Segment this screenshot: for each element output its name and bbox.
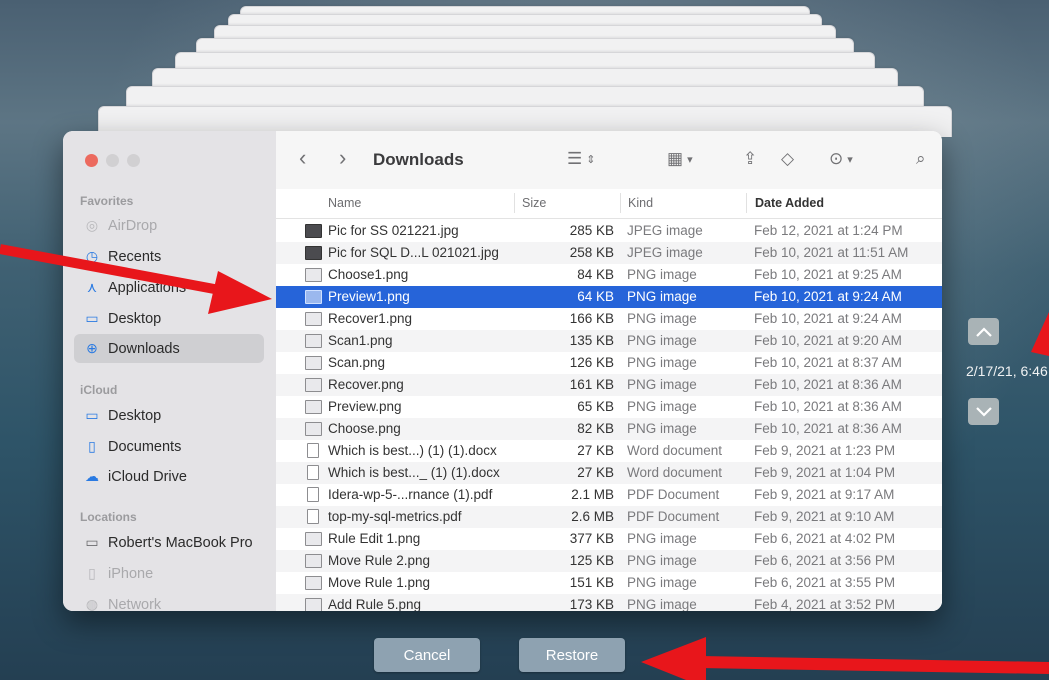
arrow-to-file [0,244,272,314]
arrow-to-timeline [1031,312,1049,356]
arrow-to-restore [641,637,1049,680]
annotation-arrows [0,244,1049,680]
